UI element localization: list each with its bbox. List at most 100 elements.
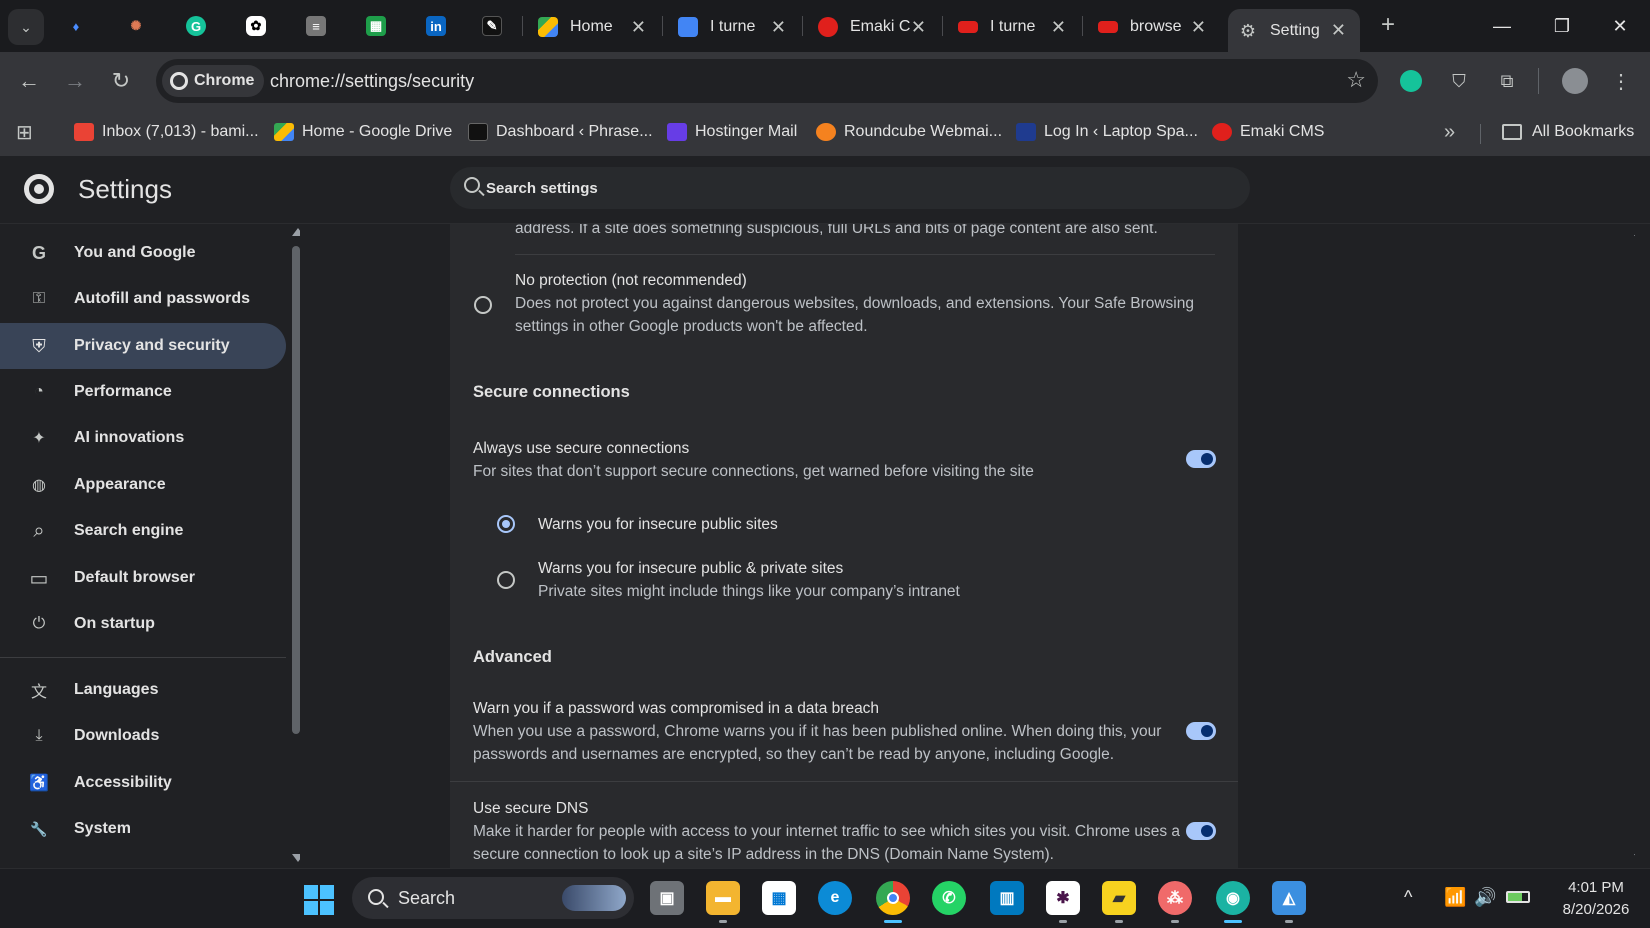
sidebar-scrollbar-thumb[interactable] [292,246,300,734]
close-tab-icon[interactable]: ✕ [771,17,786,38]
sidebar-item-ai-innovations[interactable]: ✦ AI innovations [0,415,286,461]
bookmarks-overflow-button[interactable]: » [1444,119,1455,145]
chrome-icon[interactable] [876,881,910,923]
security-settings-card: address. If a site does something suspic… [450,224,1238,868]
tab-article[interactable]: I turne ✕ [948,9,1080,45]
profile-avatar[interactable] [1560,66,1590,96]
settings-search-input[interactable] [486,167,1186,209]
sidebar-item-performance[interactable]: ◔ Performance [0,369,286,415]
apps-grid-icon[interactable]: ⊞ [16,119,33,145]
bookmark-laptop-login[interactable]: Log In ‹ Laptop Spa... [1016,119,1198,145]
bookmark-gmail[interactable]: Inbox (7,013) - bami... [74,119,259,145]
signal-app-icon[interactable]: ◉ [1216,881,1250,923]
sidebar-item-privacy-and-security[interactable]: ⛨ Privacy and security [0,323,286,369]
close-tab-icon[interactable]: ✕ [1331,20,1346,41]
no-protection-desc-2: settings in other Google products won't … [515,318,868,335]
tab-home[interactable]: Home ✕ [528,9,660,45]
edge-icon[interactable]: e [818,881,852,915]
bookmark-phrase-dashboard[interactable]: Dashboard ‹ Phrase... [468,119,653,145]
windows-start-button[interactable] [304,885,334,915]
pinned-tab-reader[interactable]: ≡ [296,10,336,42]
insecure-public-sites-radio[interactable] [497,515,515,533]
pinned-tab-phrase[interactable]: ✎ [472,10,512,42]
reader-icon: ≡ [306,16,326,36]
back-button[interactable]: ← [14,66,44,96]
sidebar-item-you-and-google[interactable]: G You and Google [0,230,286,276]
photos-icon[interactable]: ◭ [1272,881,1306,923]
close-tab-icon[interactable]: ✕ [631,17,646,38]
sidebar-item-search-engine[interactable]: ⌕ Search engine [0,508,286,554]
google-docs-icon [678,17,698,37]
close-window-button[interactable]: ✕ [1596,10,1644,42]
minimize-button[interactable]: — [1478,10,1526,42]
main-scroll-up-arrow[interactable] [1634,228,1635,236]
pinned-tab-chatgpt[interactable]: ✿ [236,10,276,42]
tab-search-button[interactable]: ⌄ [8,9,44,45]
url-text[interactable]: chrome://settings/security [270,71,474,92]
taskbar-clock[interactable]: 4:01 PM 8/20/2026 [1552,877,1640,921]
slack-icon[interactable]: ✱ [1046,881,1080,923]
pinned-tab-grammarly[interactable]: G [176,10,216,42]
bookmark-star-icon[interactable]: ☆ [1346,67,1366,93]
chrome-logo-icon [24,174,54,204]
sticky-notes-icon[interactable]: ▰ [1102,881,1136,923]
show-hidden-icons-chevron[interactable]: ^ [1404,887,1412,908]
always-secure-toggle[interactable] [1186,450,1216,468]
all-bookmarks-button[interactable]: All Bookmarks [1502,119,1634,145]
sidebar-item-downloads[interactable]: ⤓ Downloads [0,713,286,759]
restore-button[interactable]: ❐ [1538,10,1586,42]
new-tab-button[interactable]: + [1374,12,1402,40]
pinned-tab-sheets[interactable]: ▦ [356,10,396,42]
battery-icon[interactable] [1506,887,1530,908]
insecure-public-private-sites-radio[interactable] [497,571,515,589]
bookmark-google-drive[interactable]: Home - Google Drive [274,119,452,145]
sidebar-item-system[interactable]: 🔧 System [0,806,286,852]
emaki-icon [818,17,838,37]
no-protection-radio[interactable] [474,296,492,314]
sidebar-item-languages[interactable]: 文 Languages [0,667,286,713]
close-tab-icon[interactable]: ✕ [1191,17,1206,38]
volume-icon[interactable]: 🔊 [1474,887,1496,908]
close-tab-icon[interactable]: ✕ [1051,17,1066,38]
bookmark-emaki-cms[interactable]: Emaki CMS [1212,119,1324,145]
always-secure-title: Always use secure connections [473,440,690,457]
main-scroll-down-arrow[interactable] [1634,854,1635,862]
microsoft-store-icon[interactable]: ▦ [762,881,796,915]
extensions-puzzle-icon[interactable]: ⧉ [1492,66,1522,96]
sidebar-item-on-startup[interactable]: ⏻ On startup [0,601,286,647]
tab-emaki[interactable]: Emaki C ✕ [808,9,940,45]
file-explorer-icon[interactable]: ▬ [706,881,740,923]
tab-settings[interactable]: ⚙ Setting ✕ [1228,9,1360,52]
tab-browse[interactable]: browse ✕ [1088,9,1220,45]
sidebar-item-accessibility[interactable]: ♿ Accessibility [0,760,286,806]
sidebar-item-appearance[interactable]: ◍ Appearance [0,462,286,508]
whatsapp-icon[interactable]: ✆ [932,881,966,915]
pinned-tab-diamond[interactable]: ♦ [56,10,96,42]
phrase-icon: ✎ [482,16,502,36]
shield-extension-icon[interactable]: ⛉ [1444,66,1474,96]
pinned-tab-linkedin[interactable]: in [416,10,456,42]
taskbar-search[interactable]: Search [352,877,634,919]
sidebar-item-default-browser[interactable]: ▭ Default browser [0,555,286,601]
trello-icon[interactable]: ▥ [990,881,1024,915]
bookmark-roundcube[interactable]: Roundcube Webmai... [816,119,1002,145]
sidebar-item-autofill[interactable]: ⚿ Autofill and passwords [0,276,286,322]
breach-warning-toggle[interactable] [1186,722,1216,740]
claude-icon: ✺ [130,18,142,33]
settings-search[interactable] [450,167,1250,209]
close-tab-icon[interactable]: ✕ [911,17,926,38]
chrome-menu-button[interactable]: ⋮ [1606,66,1636,96]
asana-icon[interactable]: ⁂ [1158,881,1192,923]
site-info-chip[interactable]: Chrome [162,65,265,97]
secure-dns-toggle[interactable] [1186,822,1216,840]
tab-document[interactable]: I turne ✕ [668,9,800,45]
wifi-icon[interactable]: 📶 [1444,887,1466,908]
browser-toolbar: ← → ↻ Chrome chrome://settings/security … [0,52,1650,110]
reload-button[interactable]: ↻ [106,66,136,96]
task-view-icon[interactable]: ▣ [650,881,684,915]
address-bar[interactable]: Chrome chrome://settings/security ☆ [156,59,1378,103]
bookmark-hostinger-mail[interactable]: Hostinger Mail [667,119,797,145]
grammarly-extension-icon[interactable] [1396,66,1426,96]
forward-button[interactable]: → [60,66,90,96]
pinned-tab-claude[interactable]: ✺ [116,10,156,42]
